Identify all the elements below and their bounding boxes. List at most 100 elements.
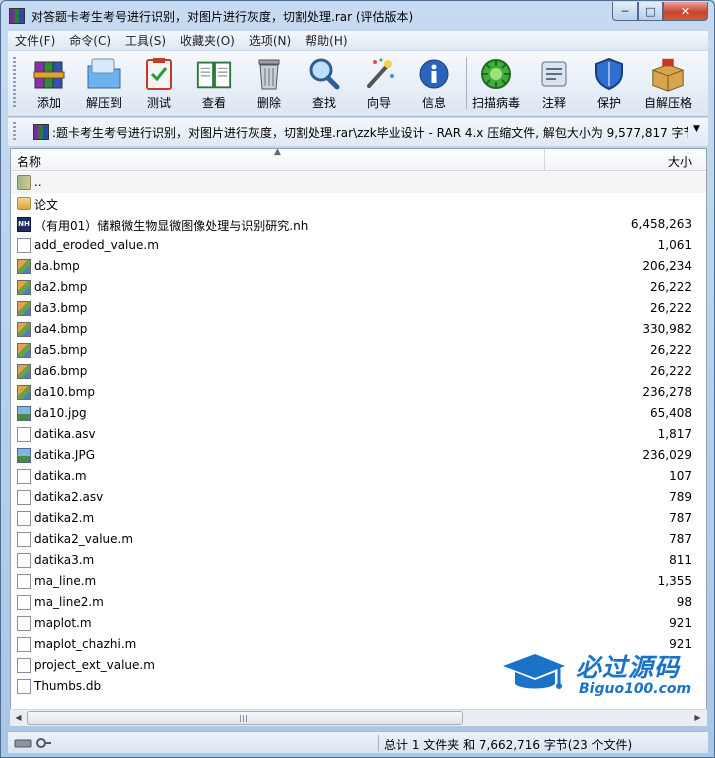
column-size-header[interactable]: 大小 xyxy=(546,149,706,171)
view-label: 查看 xyxy=(201,96,226,110)
file-icon xyxy=(17,553,31,568)
menu-tools[interactable]: 工具(S) xyxy=(118,32,173,49)
menu-favorites[interactable]: 收藏夹(O) xyxy=(173,32,242,49)
file-name: da5.bmp xyxy=(34,343,88,357)
file-name: datika.m xyxy=(34,469,87,483)
file-row[interactable]: da4.bmp 330,982 xyxy=(11,319,706,340)
file-icon xyxy=(17,511,31,526)
file-size: 236,029 xyxy=(642,448,692,462)
watermark-logo: 必过源码 Biguo100.com xyxy=(501,646,706,706)
column-name-header[interactable]: ▲ 名称 xyxy=(11,149,545,171)
file-row[interactable]: datika.m 107 xyxy=(11,466,706,487)
test-button[interactable]: 测试 xyxy=(132,53,186,113)
menu-options[interactable]: 选项(N) xyxy=(242,32,298,49)
status-summary: 总计 1 文件夹 和 7,662,716 字节(23 个文件) xyxy=(384,738,633,752)
extract-to-button[interactable]: 解压到 xyxy=(77,53,131,113)
column-size-label: 大小 xyxy=(667,155,692,169)
maximize-button[interactable]: □ xyxy=(638,2,663,21)
file-icon xyxy=(17,595,31,610)
scroll-right-icon[interactable]: ▶ xyxy=(690,712,705,724)
comment-icon xyxy=(535,56,573,92)
protect-label: 保护 xyxy=(596,96,621,110)
menu-file[interactable]: 文件(F) xyxy=(8,32,62,49)
wizard-button[interactable]: 向导 xyxy=(352,53,406,113)
scan-virus-button[interactable]: 扫描病毒 xyxy=(469,53,523,113)
bitmap-icon xyxy=(17,343,31,358)
file-size: 330,982 xyxy=(642,322,692,336)
file-size: 1,817 xyxy=(657,427,692,441)
status-bar: 总计 1 文件夹 和 7,662,716 字节(23 个文件) xyxy=(8,731,708,753)
file-row[interactable]: maplot.m 921 xyxy=(11,613,706,634)
menu-commands[interactable]: 命令(C) xyxy=(62,32,118,49)
file-row[interactable]: datika2.asv 789 xyxy=(11,487,706,508)
file-name: maplot_chazhi.m xyxy=(34,637,137,651)
file-name: da10.bmp xyxy=(34,385,95,399)
add-button[interactable]: 添加 xyxy=(22,53,76,113)
file-name: da6.bmp xyxy=(34,364,88,378)
file-row[interactable]: da5.bmp 26,222 xyxy=(11,340,706,361)
scroll-thumb[interactable] xyxy=(27,711,463,725)
bitmap-icon xyxy=(17,364,31,379)
winrar-app-icon[interactable] xyxy=(9,8,25,24)
extract-folder-icon xyxy=(85,56,123,92)
file-row[interactable]: datika.JPG 236,029 xyxy=(11,445,706,466)
file-icon xyxy=(17,658,31,673)
file-row[interactable]: da10.bmp 236,278 xyxy=(11,382,706,403)
file-row[interactable]: da10.jpg 65,408 xyxy=(11,403,706,424)
delete-label: 删除 xyxy=(256,96,281,110)
column-header: ▲ 名称 大小 xyxy=(11,149,706,171)
file-row[interactable]: add_eroded_value.m 1,061 xyxy=(11,235,706,256)
horizontal-scrollbar[interactable]: ◀ ▶ xyxy=(10,709,707,726)
file-row[interactable]: datika.asv 1,817 xyxy=(11,424,706,445)
file-row[interactable]: datika2_value.m 787 xyxy=(11,529,706,550)
archive-path[interactable]: :题卡考生考号进行识别，对图片进行灰度，切割处理.rar\zzk毕业设计 - R… xyxy=(52,124,688,141)
image-icon xyxy=(17,406,31,421)
file-list[interactable]: ▲ 名称 大小 .. 论文 NH （有用01）储粮微生物显微图像处理与识别研究.nh 6… xyxy=(10,148,707,726)
file-row[interactable]: ma_line.m 1,355 xyxy=(11,571,706,592)
file-row[interactable]: ma_line2.m 98 xyxy=(11,592,706,613)
lock-key-icon[interactable] xyxy=(14,737,52,749)
file-name: datika.asv xyxy=(34,427,96,441)
sfx-button[interactable]: 自解压格 xyxy=(637,53,699,113)
toolbar-grip[interactable] xyxy=(13,57,16,109)
file-row[interactable]: da2.bmp 26,222 xyxy=(11,277,706,298)
bitmap-icon xyxy=(17,385,31,400)
file-row[interactable]: NH （有用01）储粮微生物显微图像处理与识别研究.nh 6,458,263 xyxy=(11,214,706,235)
file-row[interactable]: da.bmp 206,234 xyxy=(11,256,706,277)
file-row[interactable]: da6.bmp 26,222 xyxy=(11,361,706,382)
close-button[interactable]: ✕ xyxy=(663,2,708,21)
file-name: ma_line.m xyxy=(34,574,97,588)
address-grip[interactable] xyxy=(13,122,16,142)
view-button[interactable]: 查看 xyxy=(187,53,241,113)
file-size: 26,222 xyxy=(650,301,692,315)
comment-button[interactable]: 注释 xyxy=(527,53,581,113)
title-bar[interactable]: 对答题卡考生考号进行识别，对图片进行灰度，切割处理.rar (评估版本) ─ □… xyxy=(1,1,714,31)
scroll-left-icon[interactable]: ◀ xyxy=(11,712,26,724)
file-row[interactable]: datika2.m 787 xyxy=(11,508,706,529)
protect-button[interactable]: 保护 xyxy=(582,53,636,113)
delete-button[interactable]: 删除 xyxy=(242,53,296,113)
bitmap-icon xyxy=(17,280,31,295)
sfx-box-icon xyxy=(649,56,687,92)
file-size: 26,222 xyxy=(650,364,692,378)
file-icon xyxy=(17,637,31,652)
file-name: datika3.m xyxy=(34,553,95,567)
parent-folder-icon xyxy=(17,175,31,190)
file-name: add_eroded_value.m xyxy=(34,238,159,252)
file-row[interactable]: da3.bmp 26,222 xyxy=(11,298,706,319)
bitmap-icon xyxy=(17,301,31,316)
menu-help[interactable]: 帮助(H) xyxy=(298,32,354,49)
folder-icon xyxy=(17,197,31,210)
minimize-button[interactable]: ─ xyxy=(612,2,638,21)
find-button[interactable]: 查找 xyxy=(297,53,351,113)
info-button[interactable]: 信息 xyxy=(407,53,461,113)
file-row[interactable]: .. xyxy=(11,172,706,193)
file-size: 1,355 xyxy=(657,574,692,588)
file-row[interactable]: 论文 xyxy=(11,193,706,214)
file-row[interactable]: datika3.m 811 xyxy=(11,550,706,571)
file-name: .. xyxy=(34,175,42,189)
add-archive-icon xyxy=(30,56,68,92)
path-dropdown-icon[interactable]: ▼ xyxy=(693,124,700,134)
file-name: da.bmp xyxy=(34,259,80,273)
image-icon xyxy=(17,448,31,463)
